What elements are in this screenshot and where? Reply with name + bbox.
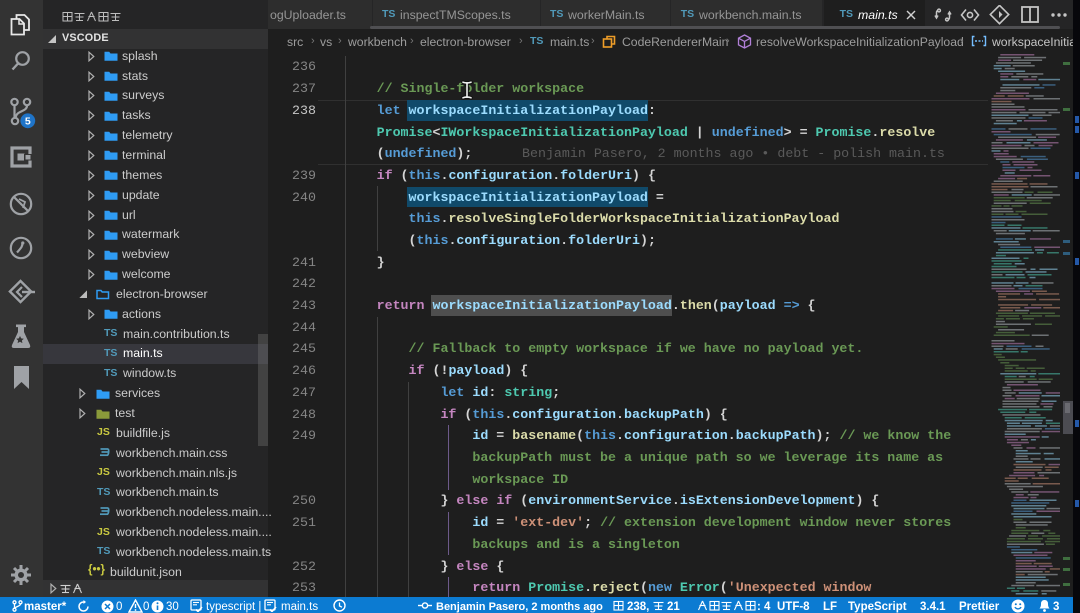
svg-text:5: 5 [25, 116, 31, 128]
